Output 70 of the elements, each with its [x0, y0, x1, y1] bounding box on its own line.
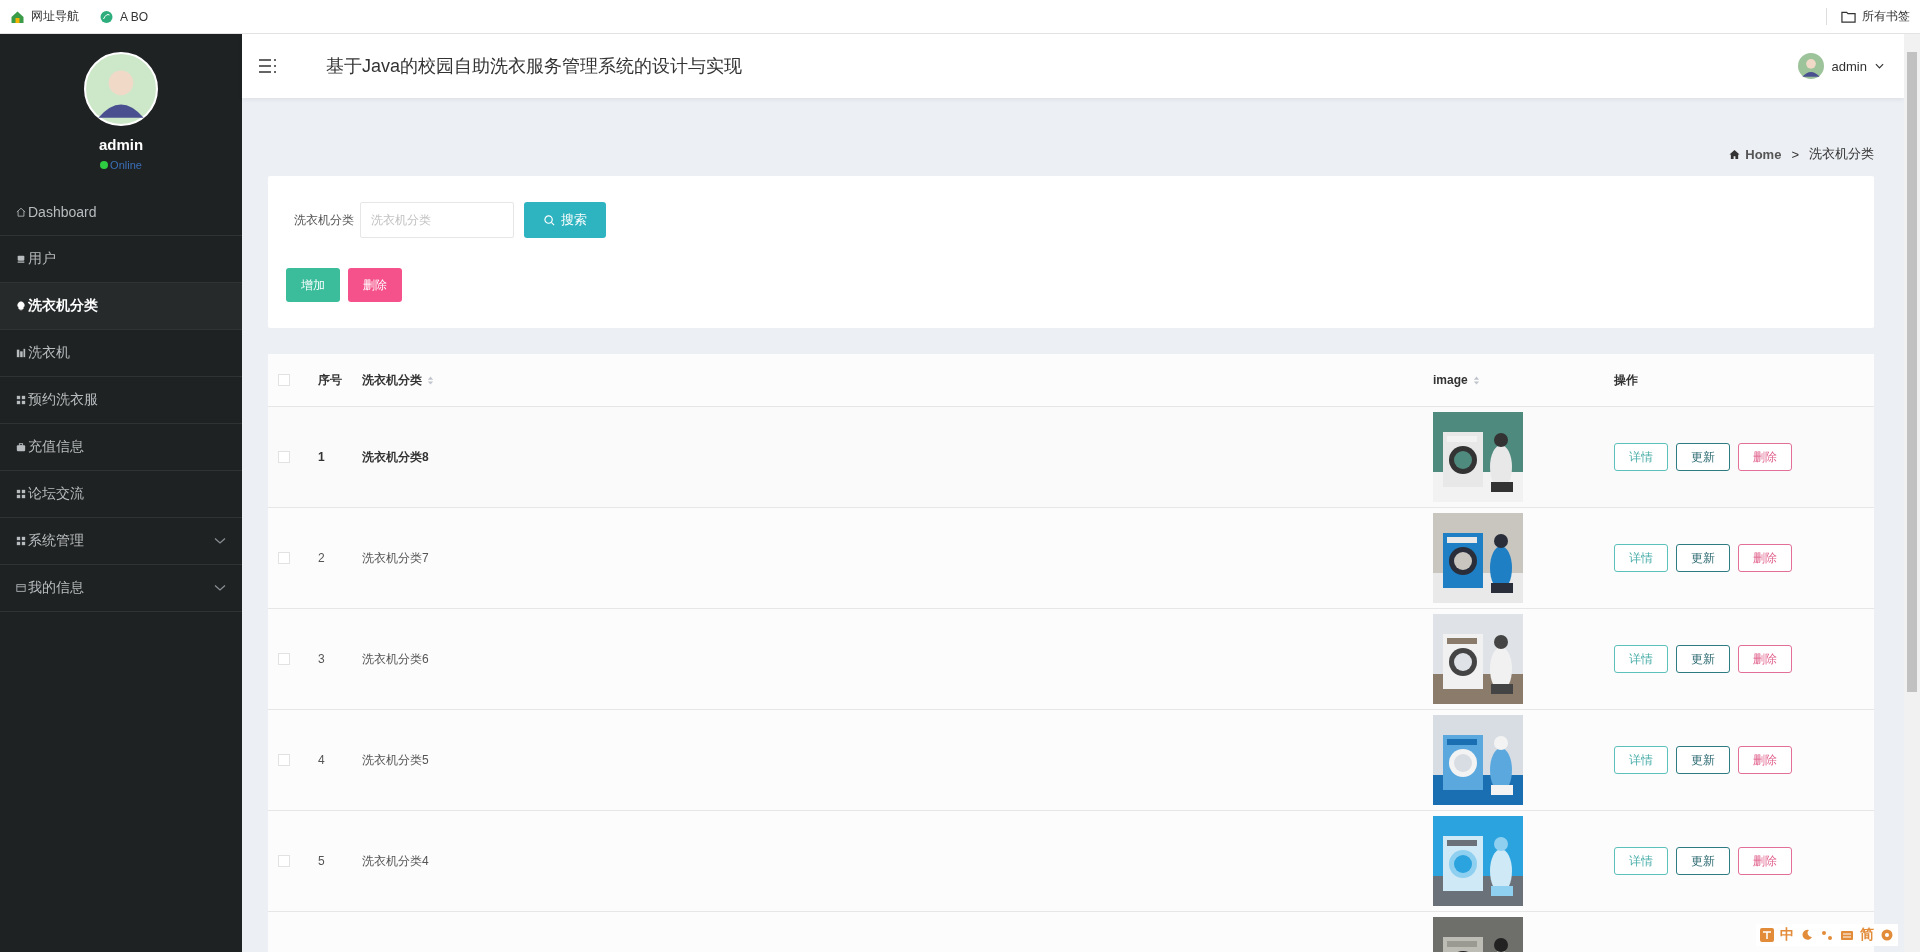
bookmark-link[interactable]: 网址导航: [10, 8, 79, 25]
card-icon: [16, 254, 26, 264]
gear-icon[interactable]: [1880, 928, 1894, 942]
checkbox[interactable]: [278, 374, 290, 386]
moon-icon[interactable]: [1800, 928, 1814, 942]
breadcrumb-home[interactable]: Home: [1729, 146, 1782, 162]
keyboard-icon[interactable]: [1840, 928, 1854, 942]
sort-icon[interactable]: [1472, 374, 1480, 386]
table-cell: 4: [318, 753, 325, 767]
user-name: admin: [98, 136, 144, 153]
checkbox[interactable]: [278, 754, 290, 766]
table-cell: 5: [318, 854, 325, 868]
breadcrumb-current: 洗衣机分类: [1809, 145, 1874, 163]
delete-button[interactable]: 删除: [1738, 645, 1792, 673]
bulb-icon: [16, 301, 26, 311]
column-header: 操作: [1614, 371, 1638, 389]
sort-icon[interactable]: [427, 374, 434, 386]
home-icon: [16, 207, 26, 217]
chevron-down-icon: [214, 584, 226, 592]
table-cell: 洗衣机分类5: [362, 751, 429, 769]
checkbox[interactable]: [278, 451, 290, 463]
avatar: [1797, 53, 1824, 79]
grid-icon: [16, 489, 26, 499]
table-cell: 洗衣机分类8: [362, 448, 429, 466]
punctuation-icon[interactable]: [1820, 928, 1834, 942]
home-icon: [1729, 148, 1741, 160]
update-button[interactable]: 更新: [1676, 847, 1730, 875]
bookmark-link[interactable]: A BO: [99, 9, 148, 24]
grid-icon: [16, 536, 26, 546]
checkbox[interactable]: [278, 855, 290, 867]
window-icon: [16, 583, 26, 593]
folder-icon: [1841, 9, 1856, 24]
all-bookmarks-link[interactable]: 所有书签: [1826, 8, 1910, 25]
menu-item[interactable]: 洗衣机分类: [0, 283, 242, 330]
search-label: 洗衣机分类: [294, 211, 354, 229]
chevron-down-icon: [1875, 63, 1884, 69]
delete-button[interactable]: 删除: [1738, 746, 1792, 774]
delete-button[interactable]: 删除: [1738, 847, 1792, 875]
delete-button[interactable]: 删除: [1738, 544, 1792, 572]
update-button[interactable]: 更新: [1676, 645, 1730, 673]
column-header[interactable]: image: [1433, 373, 1468, 387]
briefcase-icon: [16, 442, 26, 452]
chevron-down-icon: [214, 537, 226, 545]
checkbox[interactable]: [278, 552, 290, 564]
table-cell: 洗衣机分类4: [362, 852, 429, 870]
menu-icon[interactable]: [258, 58, 278, 74]
delete-button[interactable]: 删除: [1738, 443, 1792, 471]
update-button[interactable]: 更新: [1676, 746, 1730, 774]
search-icon: [543, 214, 555, 226]
search-field[interactable]: 洗衣机分类: [360, 202, 514, 238]
column-header: 序号: [318, 371, 342, 389]
breadcrumb-separator: >: [1791, 146, 1799, 162]
user-menu[interactable]: admin: [1797, 53, 1884, 79]
logo-icon: [1760, 928, 1774, 942]
scrollbar[interactable]: [1904, 34, 1920, 952]
column-header[interactable]: 洗衣机分类: [362, 371, 422, 389]
grid-icon: [16, 395, 26, 405]
update-button[interactable]: 更新: [1676, 544, 1730, 572]
app-title: 基于Java的校园自助洗衣服务管理系统的设计与实现: [326, 55, 743, 78]
chart-icon: [16, 348, 26, 358]
leaf-icon: [99, 9, 114, 24]
table-cell: 洗衣机分类7: [362, 549, 429, 567]
table-cell: 2: [318, 551, 325, 565]
update-button[interactable]: 更新: [1676, 443, 1730, 471]
checkbox[interactable]: [278, 653, 290, 665]
table-cell: 洗衣机分类6: [362, 650, 429, 668]
table-cell: 3: [318, 652, 325, 666]
house-icon: [10, 9, 25, 24]
online-status: Online: [100, 159, 142, 171]
table-cell: 1: [318, 450, 325, 464]
